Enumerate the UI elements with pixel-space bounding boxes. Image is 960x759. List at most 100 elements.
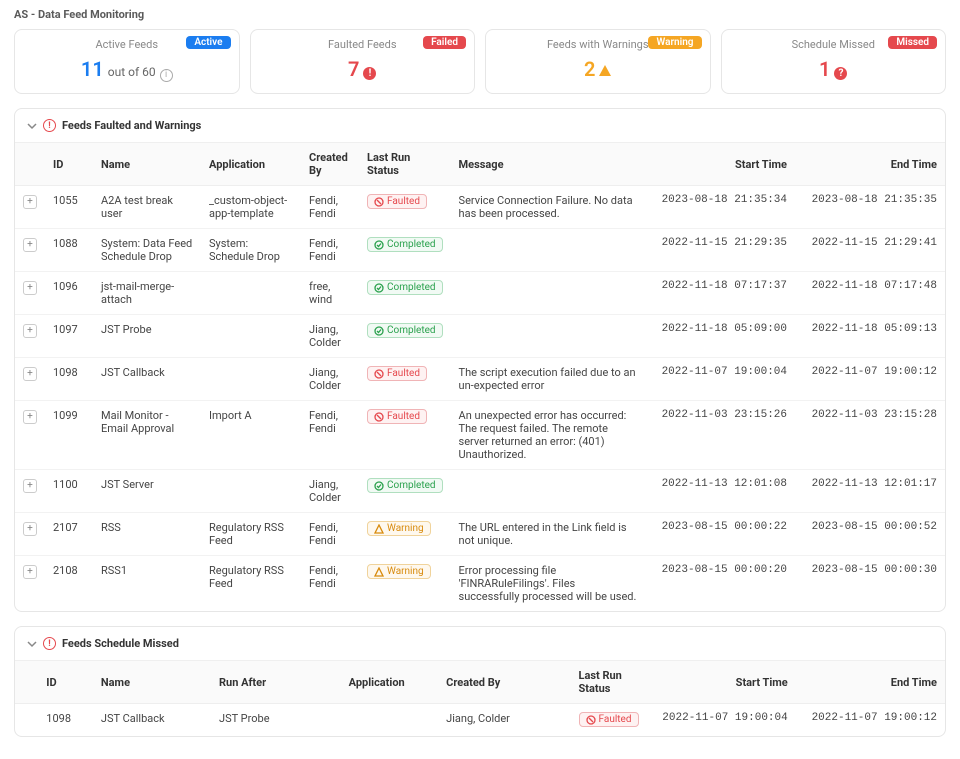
expand-button[interactable]: + xyxy=(23,410,37,424)
badge-active: Active xyxy=(186,36,230,49)
col-runafter[interactable]: Run After xyxy=(211,661,341,704)
cell-name: jst-mail-merge-attach xyxy=(93,272,201,315)
table-row[interactable]: +1099Mail Monitor - Email ApprovalImport… xyxy=(15,401,945,470)
expand-button[interactable]: + xyxy=(23,195,37,209)
table-row[interactable]: 1098JST CallbackJST ProbeJiang, ColderFa… xyxy=(15,704,945,736)
cell-start: 2022-11-18 07:17:37 xyxy=(645,272,795,315)
status-pill-faulted: Faulted xyxy=(367,194,427,209)
cell-start: 2022-11-13 12:01:08 xyxy=(645,470,795,513)
section-title: Feeds Schedule Missed xyxy=(62,637,179,650)
cell-start: 2022-11-07 19:00:04 xyxy=(647,704,796,736)
cell-app xyxy=(201,358,301,401)
col-msg[interactable]: Message xyxy=(451,143,645,186)
section-title: Feeds Faulted and Warnings xyxy=(62,119,201,132)
cell-end: 2022-11-07 19:00:12 xyxy=(795,358,945,401)
expand-button[interactable]: + xyxy=(23,238,37,252)
expand-button[interactable]: + xyxy=(23,522,37,536)
section-header[interactable]: ! Feeds Faulted and Warnings xyxy=(15,109,945,143)
section-faulted-warnings: ! Feeds Faulted and Warnings ID Name App… xyxy=(14,108,946,612)
cell-id: 1098 xyxy=(45,358,93,401)
table-row[interactable]: +2108RSS1Regulatory RSS FeedFendi, Fendi… xyxy=(15,556,945,612)
cell-name: RSS1 xyxy=(93,556,201,612)
cell-status: Faulted xyxy=(359,358,451,401)
info-icon[interactable]: i xyxy=(160,68,173,81)
expand-button[interactable]: + xyxy=(23,281,37,295)
cell-by: Jiang, Colder xyxy=(301,358,359,401)
col-by[interactable]: Created By xyxy=(438,661,570,704)
cell-by: Fendi, Fendi xyxy=(301,513,359,556)
badge-warning: Warning xyxy=(648,36,701,49)
badge-missed: Missed xyxy=(888,36,937,49)
cell-name: A2A test break user xyxy=(93,186,201,229)
cell-id: 2108 xyxy=(45,556,93,612)
cell-start: 2023-08-15 00:00:20 xyxy=(645,556,795,612)
cell-status: Warning xyxy=(359,513,451,556)
status-pill-faulted: Faulted xyxy=(367,409,427,424)
stat-value: 2 xyxy=(584,57,595,81)
status-pill-warning: Warning xyxy=(367,564,431,579)
completed-icon xyxy=(374,326,384,336)
table-row[interactable]: +1055A2A test break user_custom-object-a… xyxy=(15,186,945,229)
col-start[interactable]: Start Time xyxy=(645,143,795,186)
col-start[interactable]: Start Time xyxy=(647,661,796,704)
chevron-down-icon[interactable] xyxy=(27,639,37,649)
table-row[interactable]: +1100JST ServerJiang, ColderCompleted202… xyxy=(15,470,945,513)
cell-end: 2023-08-15 00:00:30 xyxy=(795,556,945,612)
table-row[interactable]: +1088System: Data Feed Schedule DropSyst… xyxy=(15,229,945,272)
col-app[interactable]: Application xyxy=(341,661,439,704)
cell-status: Completed xyxy=(359,272,451,315)
col-name[interactable]: Name xyxy=(93,661,211,704)
cell-msg xyxy=(451,315,645,358)
stat-card-active[interactable]: Active Active Feeds 11 out of 60 i xyxy=(14,29,240,94)
alert-icon: ! xyxy=(363,67,376,80)
cell-by: Fendi, Fendi xyxy=(301,229,359,272)
cell-start: 2022-11-07 19:00:04 xyxy=(645,358,795,401)
badge-failed: Failed xyxy=(423,36,466,49)
stat-card-warning[interactable]: Warning Feeds with Warnings 2 xyxy=(485,29,711,94)
cell-end: 2022-11-03 23:15:28 xyxy=(795,401,945,470)
cell-status: Completed xyxy=(359,470,451,513)
expand-button[interactable]: + xyxy=(23,367,37,381)
cell-status: Faulted xyxy=(359,186,451,229)
cell-name: System: Data Feed Schedule Drop xyxy=(93,229,201,272)
col-end[interactable]: End Time xyxy=(796,661,945,704)
table-row[interactable]: +1096jst-mail-merge-attachfree, windComp… xyxy=(15,272,945,315)
stat-value: 1 xyxy=(819,57,830,81)
col-status[interactable]: Last Run Status xyxy=(571,661,647,704)
cell-msg: The script execution failed due to an un… xyxy=(451,358,645,401)
col-name[interactable]: Name xyxy=(93,143,201,186)
expand-button[interactable]: + xyxy=(23,479,37,493)
completed-icon xyxy=(374,240,384,250)
table-row[interactable]: +1097JST ProbeJiang, ColderCompleted2022… xyxy=(15,315,945,358)
col-app[interactable]: Application xyxy=(201,143,301,186)
chevron-down-icon[interactable] xyxy=(27,121,37,131)
table-row[interactable]: +1098JST CallbackJiang, ColderFaultedThe… xyxy=(15,358,945,401)
cell-id: 1099 xyxy=(45,401,93,470)
col-id[interactable]: ID xyxy=(38,661,93,704)
col-id[interactable]: ID xyxy=(45,143,93,186)
cell-name: JST Callback xyxy=(93,704,211,736)
stat-card-faulted[interactable]: Failed Faulted Feeds 7 ! xyxy=(250,29,476,94)
cell-start: 2022-11-18 05:09:00 xyxy=(645,315,795,358)
cell-id: 1088 xyxy=(45,229,93,272)
col-by[interactable]: Created By xyxy=(301,143,359,186)
col-status[interactable]: Last Run Status xyxy=(359,143,451,186)
col-end[interactable]: End Time xyxy=(795,143,945,186)
cell-id: 1100 xyxy=(45,470,93,513)
faulted-icon xyxy=(374,412,384,422)
status-pill-completed: Completed xyxy=(367,478,443,493)
cell-by: Jiang, Colder xyxy=(438,704,570,736)
cell-start: 2023-08-18 21:35:34 xyxy=(645,186,795,229)
cell-app xyxy=(201,315,301,358)
cell-id: 1096 xyxy=(45,272,93,315)
stat-card-missed[interactable]: Missed Schedule Missed 1 ? xyxy=(721,29,947,94)
expand-button[interactable]: + xyxy=(23,324,37,338)
table-row[interactable]: +2107RSSRegulatory RSS FeedFendi, FendiW… xyxy=(15,513,945,556)
cell-runafter: JST Probe xyxy=(211,704,341,736)
cell-status: Faulted xyxy=(359,401,451,470)
faulted-icon xyxy=(586,715,596,725)
expand-button[interactable]: + xyxy=(23,565,37,579)
section-header[interactable]: ! Feeds Schedule Missed xyxy=(15,627,945,661)
cell-end: 2023-08-15 00:00:52 xyxy=(795,513,945,556)
cell-status: Completed xyxy=(359,229,451,272)
